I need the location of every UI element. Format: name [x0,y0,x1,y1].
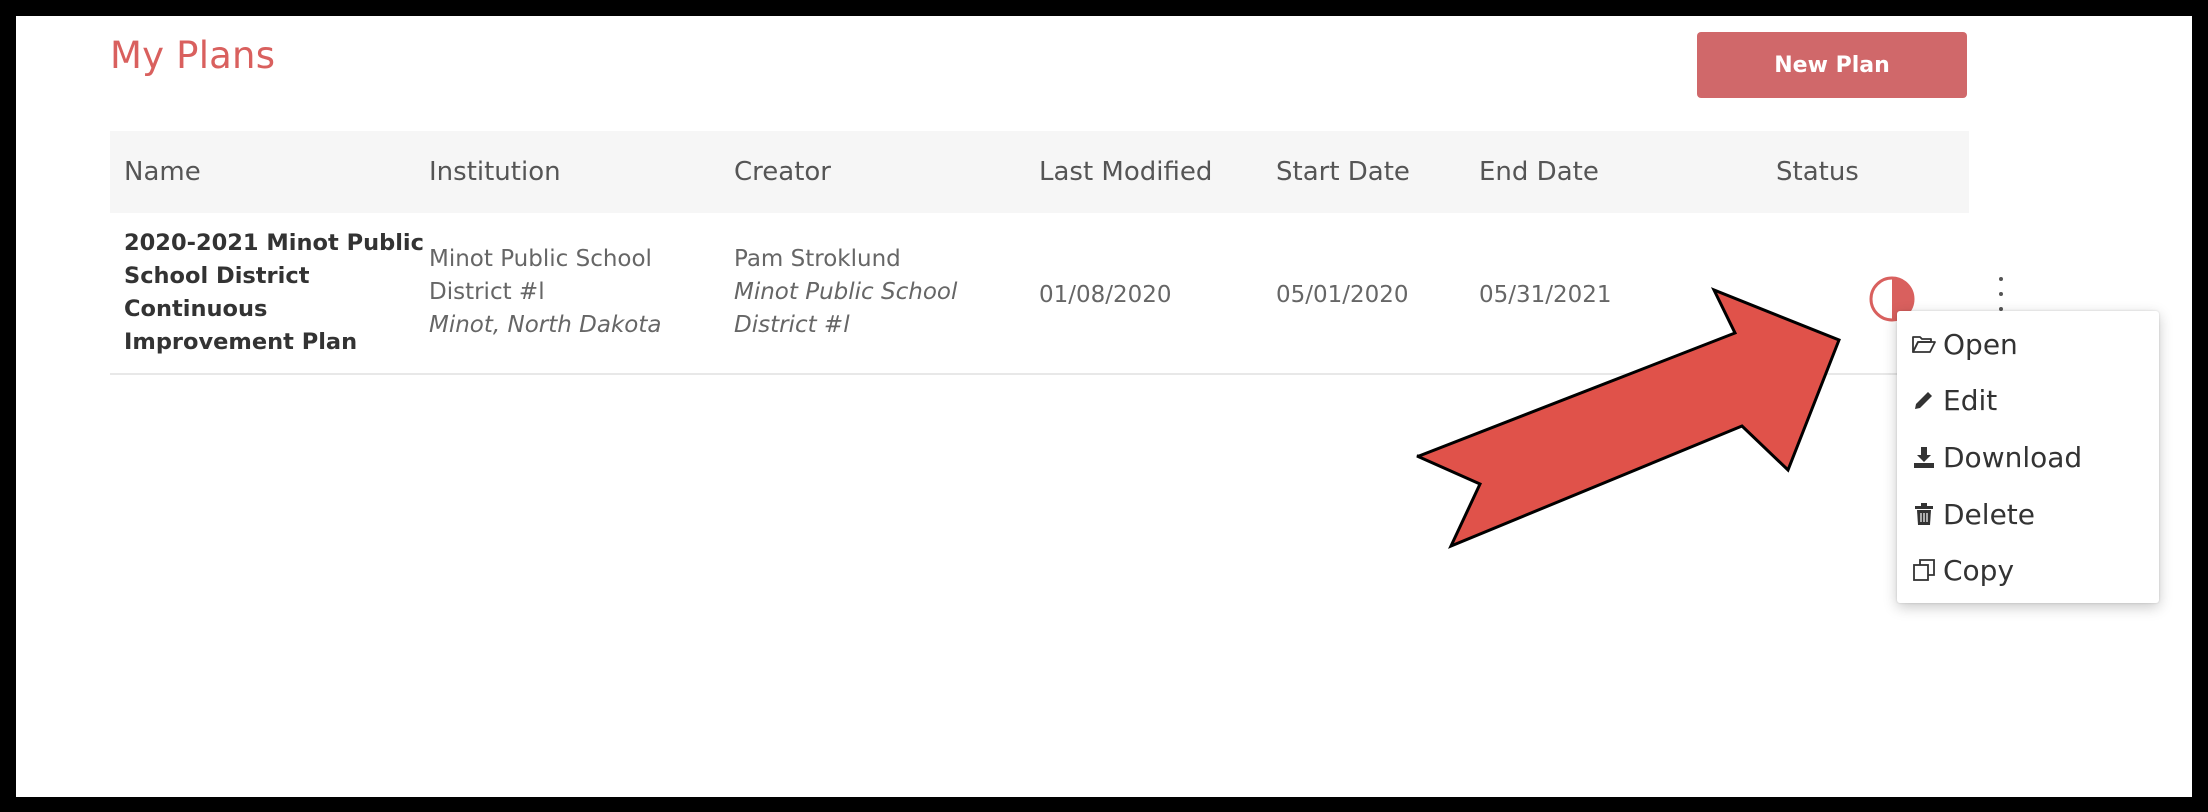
menu-item-download[interactable]: Download [1911,432,2082,482]
menu-item-open[interactable]: Open [1911,319,2018,369]
page-title: My Plans [110,34,276,77]
creator-org-line: Minot Public School [734,279,958,305]
last-modified-cell: 01/08/2020 [1039,282,1172,308]
start-date-cell: 05/01/2020 [1276,282,1409,308]
creator-cell: Pam Stroklund Minot Public School Distri… [734,243,957,342]
institution-cell: Minot Public School District #l Minot, N… [429,243,661,342]
institution-name-line: District #l [429,279,545,305]
menu-item-copy[interactable]: Copy [1911,545,2014,595]
creator-name: Pam Stroklund [734,246,901,272]
trash-icon [1915,503,1933,525]
plan-name-line: School District [124,263,310,289]
plan-name-line: Improvement Plan [124,329,358,355]
end-date-cell: 05/31/2021 [1479,282,1612,308]
new-plan-button[interactable]: New Plan [1697,32,1967,98]
menu-item-label: Delete [1943,497,2035,531]
plan-name-line: Continuous [124,296,268,322]
column-header-status[interactable]: Status [1776,131,1859,213]
column-header-end-date[interactable]: End Date [1479,131,1599,213]
pencil-icon [1915,392,1932,409]
institution-location: Minot, North Dakota [429,312,662,338]
column-header-last-modified[interactable]: Last Modified [1039,131,1212,213]
menu-item-label: Edit [1943,383,1998,417]
institution-name-line: Minot Public School [429,246,652,272]
creator-org-line: District #l [734,312,850,338]
copy-icon [1913,559,1935,581]
table-row[interactable]: 2020-2021 Minot Public School District C… [110,213,2003,375]
row-actions-kebab-icon[interactable] [1994,277,2008,311]
column-header-start-date[interactable]: Start Date [1276,131,1410,213]
column-header-creator[interactable]: Creator [734,131,831,213]
menu-item-label: Copy [1943,553,2015,587]
table-header: Name Institution Creator Last Modified S… [110,131,1969,213]
menu-item-label: Download [1943,440,2083,474]
menu-item-edit[interactable]: Edit [1911,375,1997,425]
plan-name-line: 2020-2021 Minot Public [124,230,424,256]
row-actions-menu: Open Edit Download Delete Copy [1897,311,2159,603]
app-window: My Plans New Plan Name Institution Creat… [16,16,2192,797]
download-icon [1914,447,1934,468]
menu-item-label: Open [1943,327,2018,361]
folder-open-icon [1912,336,1936,353]
column-header-institution[interactable]: Institution [429,131,561,213]
menu-item-delete[interactable]: Delete [1911,489,2035,539]
column-header-name[interactable]: Name [124,131,201,213]
plan-name[interactable]: 2020-2021 Minot Public School District C… [124,227,424,359]
